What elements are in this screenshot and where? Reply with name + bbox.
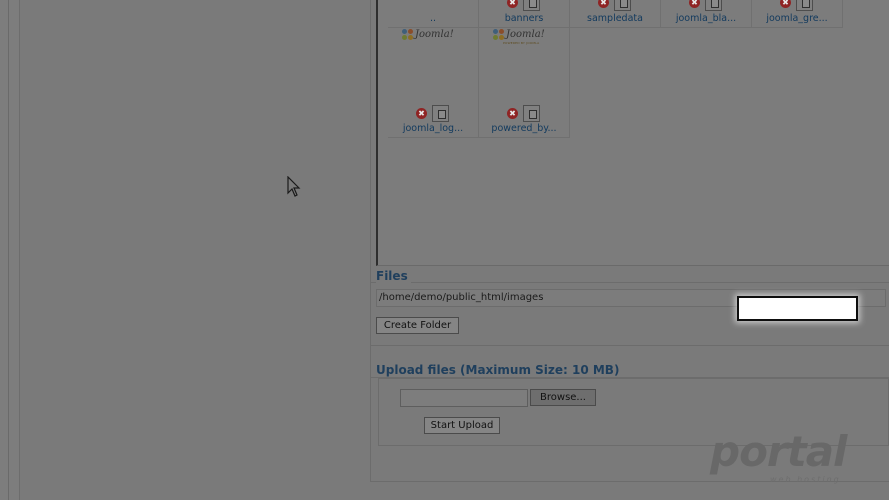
portal-watermark: portal web hosting: [710, 428, 860, 488]
upload-legend: Upload files (Maximum Size: 10 MB): [376, 363, 623, 377]
delete-icon[interactable]: ✖: [598, 0, 609, 8]
logo-text: Joomla!: [506, 29, 545, 40]
start-upload-button[interactable]: Start Upload: [424, 417, 500, 434]
folder-tile[interactable]: ✖ banners: [479, 0, 570, 28]
upload-file-input[interactable]: [400, 389, 528, 407]
image-label[interactable]: powered_by...: [479, 123, 569, 134]
delete-icon[interactable]: ✖: [507, 0, 518, 8]
folder-tile[interactable]: ..: [388, 0, 479, 28]
delete-icon[interactable]: ✖: [507, 108, 518, 119]
folder-label[interactable]: ..: [388, 13, 478, 24]
select-checkbox[interactable]: [523, 105, 540, 122]
folder-tile[interactable]: ✖ joomla_gre...: [752, 0, 843, 28]
image-label[interactable]: joomla_log...: [388, 123, 478, 134]
new-folder-name-input[interactable]: [737, 296, 858, 321]
folder-label[interactable]: joomla_bla...: [661, 13, 751, 24]
select-checkbox[interactable]: [614, 0, 631, 11]
create-folder-button[interactable]: Create Folder: [376, 317, 459, 334]
image-thumbnail[interactable]: Joomla!: [493, 29, 545, 40]
delete-icon[interactable]: ✖: [780, 0, 791, 8]
select-checkbox[interactable]: [432, 105, 449, 122]
logo-subtext: POWERED BY JOOMLA: [503, 41, 540, 45]
select-checkbox[interactable]: [796, 0, 813, 11]
delete-icon[interactable]: ✖: [416, 108, 427, 119]
select-checkbox[interactable]: [523, 0, 540, 11]
folder-tile[interactable]: ✖ sampledata: [570, 0, 661, 28]
left-rail-divider: [8, 0, 9, 500]
files-legend: Files: [376, 269, 411, 283]
image-thumbnail[interactable]: Joomla!: [402, 29, 454, 40]
browse-button[interactable]: Browse...: [530, 389, 596, 406]
folder-label[interactable]: banners: [479, 13, 569, 24]
media-browser: .. ✖ banners ✖ sampledata ✖ joomla_bla..…: [376, 0, 889, 266]
joomla-logo-icon: [493, 29, 504, 40]
watermark-text: portal: [710, 427, 847, 476]
watermark-subtext: web hosting: [770, 475, 841, 484]
select-checkbox[interactable]: [705, 0, 722, 11]
left-rail: [0, 0, 20, 500]
folder-tile[interactable]: ✖ joomla_bla...: [661, 0, 752, 28]
image-tile[interactable]: Joomla! POWERED BY JOOMLA ✖ powered_by..…: [479, 28, 570, 138]
logo-text: Joomla!: [415, 29, 454, 40]
mouse-cursor-icon: [287, 176, 301, 197]
joomla-logo-icon: [402, 29, 413, 40]
image-tile[interactable]: Joomla! ✖ joomla_log...: [388, 28, 479, 138]
delete-icon[interactable]: ✖: [689, 0, 700, 8]
folder-label[interactable]: sampledata: [570, 13, 660, 24]
folder-label[interactable]: joomla_gre...: [752, 13, 842, 24]
